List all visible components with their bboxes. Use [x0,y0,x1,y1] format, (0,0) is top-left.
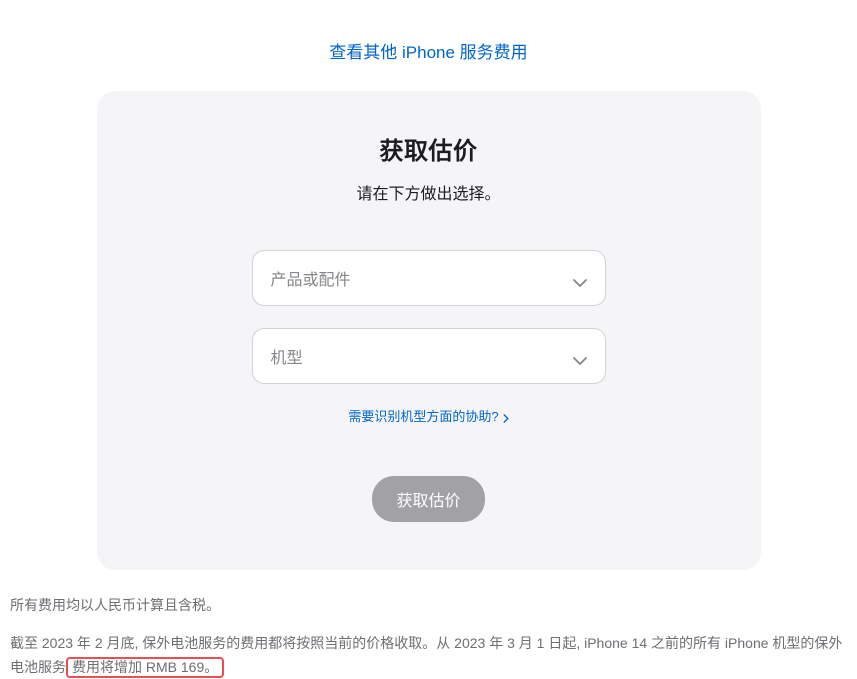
view-other-service-fees-link[interactable]: 查看其他 iPhone 服务费用 [329,43,527,62]
footer-line-1: 所有费用均以人民币计算且含税。 [10,594,847,618]
get-estimate-button[interactable]: 获取估价 [372,476,484,522]
product-select-placeholder: 产品或配件 [271,266,351,290]
chevron-down-icon [573,274,587,282]
chevron-down-icon [573,352,587,360]
identify-model-help-link[interactable]: 需要识别机型方面的协助? [348,406,508,425]
footer-disclaimer: 所有费用均以人民币计算且含税。 截至 2023 年 2 月底, 保外电池服务的费… [10,594,847,679]
product-select[interactable]: 产品或配件 [252,250,606,306]
card-subtitle: 请在下方做出选择。 [137,180,721,204]
footer-line-2: 截至 2023 年 2 月底, 保外电池服务的费用都将按照当前的价格收取。从 2… [10,632,847,679]
model-select-placeholder: 机型 [271,344,303,368]
help-link-label: 需要识别机型方面的协助? [348,406,498,425]
card-title: 获取估价 [137,131,721,166]
price-increase-annotation: 费用将增加 RMB 169。 [66,657,224,678]
model-select[interactable]: 机型 [252,328,606,384]
estimate-card: 获取估价 请在下方做出选择。 产品或配件 机型 需要识别机型方面的协助? 获取估… [97,91,761,570]
chevron-right-icon [503,411,509,420]
